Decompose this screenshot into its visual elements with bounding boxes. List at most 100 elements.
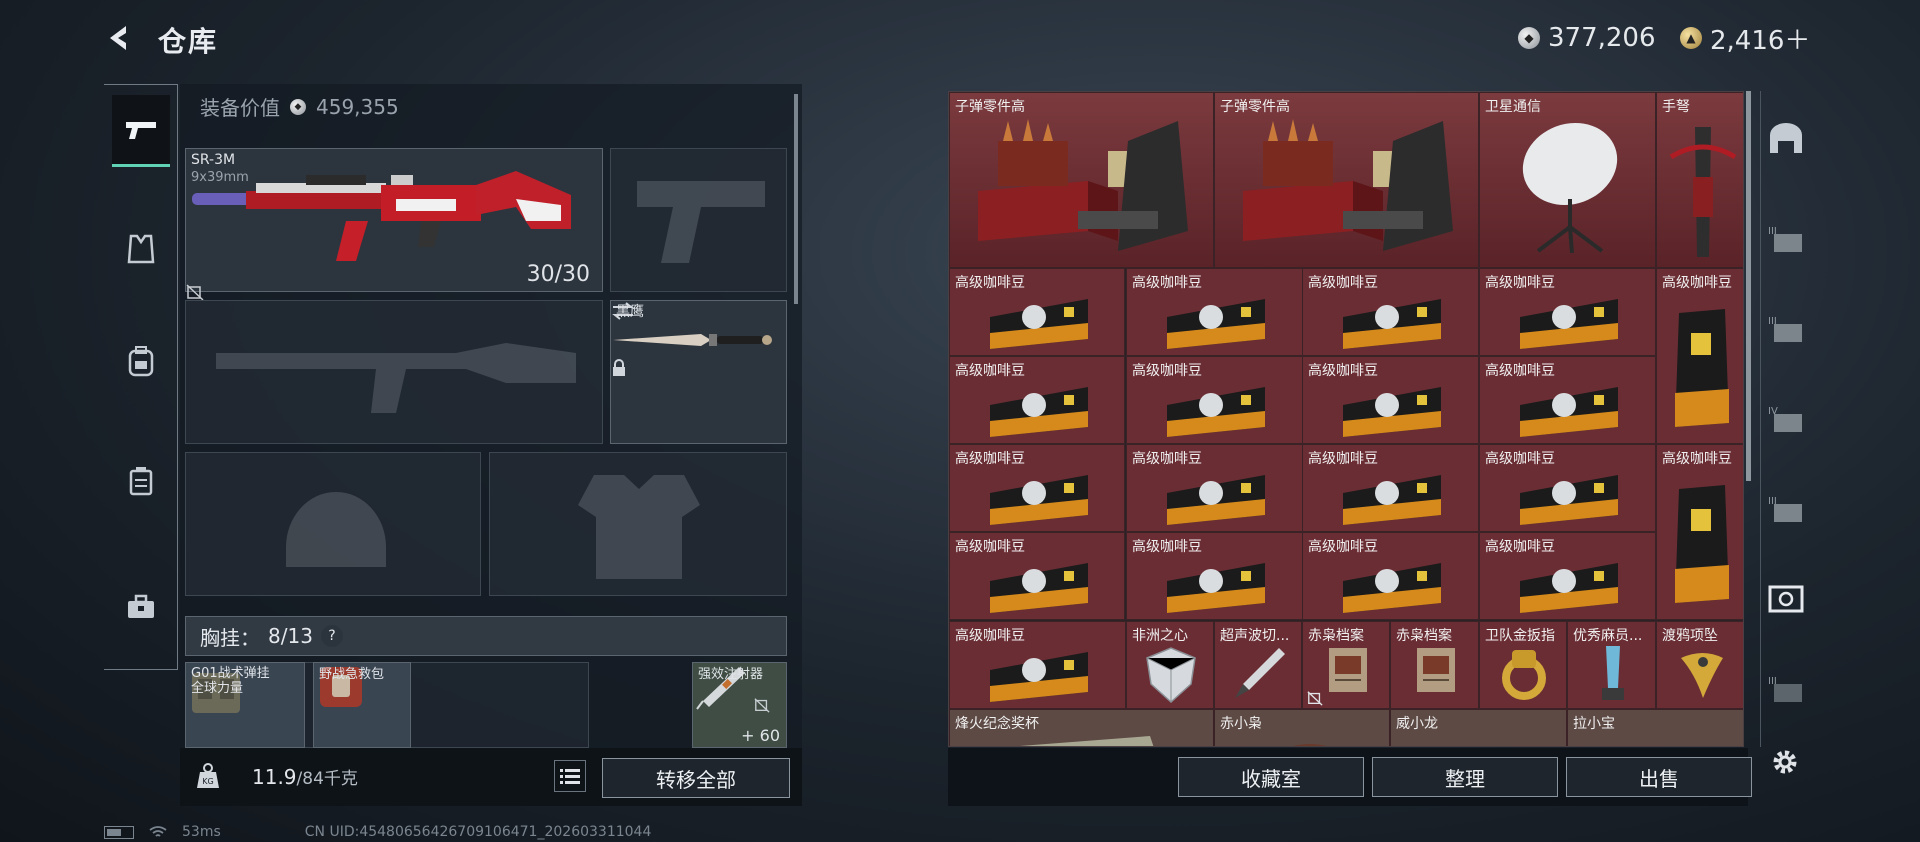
- figure-icon: [1293, 744, 1327, 746]
- stash-item-guard-gold-ring[interactable]: 卫队金扳指: [1479, 621, 1567, 709]
- stash-item-coffee-beans[interactable]: 高级咖啡豆: [1479, 532, 1656, 620]
- weight-current: 11.9: [252, 765, 297, 789]
- unbound-icon: [186, 284, 204, 301]
- item-name: 拉小宝: [1573, 716, 1615, 732]
- tab-toolbox[interactable]: [112, 571, 170, 643]
- coffee-bag-icon: [990, 387, 1088, 437]
- stash-item-coffee-beans[interactable]: 高级咖啡豆: [1126, 268, 1303, 356]
- rig-item-tactical-rig[interactable]: G01战术弹挂 全球力量: [185, 662, 305, 748]
- item-name: 强效注射器: [698, 667, 764, 682]
- list-view-button[interactable]: [554, 760, 586, 792]
- stash-item-coffee-beans[interactable]: 高级咖啡豆: [1126, 444, 1303, 532]
- body-armor-slot[interactable]: [489, 452, 787, 596]
- coffee-bag-icon: [1520, 563, 1618, 613]
- stash-item-ultrasonic-cutter[interactable]: 超声波切...: [1214, 621, 1302, 709]
- tab-stash-active[interactable]: [1761, 567, 1811, 629]
- stash-item-coffee-beans[interactable]: 高级咖啡豆: [1126, 532, 1303, 620]
- collection-room-button[interactable]: 收藏室: [1178, 757, 1364, 797]
- item-name: 卫星通信: [1485, 99, 1541, 115]
- stash-item-coffee-beans-tall[interactable]: 高级咖啡豆: [1656, 444, 1743, 620]
- coffee-bag-icon: [990, 652, 1088, 702]
- melee-slot[interactable]: 黑鹰: [610, 300, 787, 444]
- transfer-all-button[interactable]: 转移全部: [602, 758, 790, 798]
- trophy-case-icon: [1020, 736, 1154, 746]
- helmet-slot[interactable]: [185, 452, 481, 596]
- item-name: 超声波切...: [1220, 628, 1290, 644]
- item-name: 高级咖啡豆: [1662, 275, 1732, 291]
- stash-item-crossbow[interactable]: 手弩: [1656, 92, 1743, 268]
- tab-backpack[interactable]: [112, 325, 170, 397]
- satellite-dish-icon: [1522, 122, 1618, 254]
- stash-item-coffee-beans[interactable]: 高级咖啡豆: [949, 621, 1126, 709]
- rig-item-first-aid[interactable]: 野战急救包: [313, 662, 411, 748]
- uid-text: CN UID:45480656426709106471_202603311044: [304, 824, 652, 840]
- stash-item-red-owl-file-2[interactable]: 赤枭档案: [1390, 621, 1479, 709]
- chest-rig-capacity: 8/13: [268, 624, 313, 648]
- knife-icon: [613, 334, 772, 346]
- settings-button[interactable]: [1765, 742, 1805, 782]
- silver-coin-icon: ◆: [1518, 27, 1540, 49]
- stash-item-red-owl-file-1[interactable]: 赤枭档案: [1302, 621, 1390, 709]
- stash-item-coffee-beans[interactable]: 高级咖啡豆: [1479, 268, 1656, 356]
- stash-item-coffee-beans[interactable]: 高级咖啡豆: [949, 532, 1125, 620]
- tab-stash-all[interactable]: [1761, 107, 1811, 169]
- stash-item-coffee-beans[interactable]: 高级咖啡豆: [1479, 444, 1656, 532]
- item-name: 高级咖啡豆: [1662, 451, 1732, 467]
- item-name: 卫队金扳指: [1485, 628, 1555, 644]
- weapon-ammo: 30/30: [526, 262, 590, 287]
- coffee-bag-icon: [990, 299, 1088, 349]
- item-name: 赤小枭: [1220, 716, 1262, 732]
- ammo-crate-icon: [978, 119, 1188, 251]
- primary-weapon-slot[interactable]: SR-3M 9x39mm 30/30: [185, 148, 603, 301]
- tab-stash-4[interactable]: IV: [1761, 387, 1811, 449]
- sort-button[interactable]: 整理: [1372, 757, 1558, 797]
- tab-weapons[interactable]: [112, 95, 170, 167]
- secondary-weapon-slot[interactable]: [185, 300, 603, 444]
- ping-text: 53ms: [182, 824, 221, 840]
- stash-item-little-dragon[interactable]: 威小龙: [1390, 709, 1567, 747]
- stash-item-coffee-beans[interactable]: 高级咖啡豆: [1302, 268, 1479, 356]
- tab-stash-3b[interactable]: III: [1761, 297, 1811, 359]
- stash-item-raven-pendant[interactable]: 渡鸦项坠: [1656, 621, 1743, 709]
- coffee-bag-icon: [1167, 563, 1265, 613]
- tab-stash-3a[interactable]: III: [1761, 207, 1811, 269]
- figure-icon: [1431, 732, 1541, 747]
- stash-item-beacon-trophy[interactable]: 烽火纪念奖杯: [949, 709, 1214, 746]
- tab-stash-3c[interactable]: III: [1761, 477, 1811, 539]
- sell-button[interactable]: 出售: [1566, 757, 1752, 797]
- rig-item-injector[interactable]: 强效注射器 + 60: [692, 662, 787, 748]
- stash-item-coffee-beans[interactable]: 高级咖啡豆: [1302, 356, 1479, 444]
- stash-item-red-owlet[interactable]: 赤小枭: [1214, 709, 1390, 746]
- stash-item-ammo-parts-1[interactable]: 子弹零件高: [949, 92, 1214, 268]
- item-name: 手弩: [1662, 99, 1690, 115]
- melee-name: 黑鹰: [616, 304, 644, 320]
- stash-item-satellite[interactable]: 卫星通信: [1479, 92, 1656, 268]
- equipment-tabs: [104, 84, 178, 670]
- coffee-bag-icon: [1520, 387, 1618, 437]
- stash-item-coffee-beans[interactable]: 高级咖啡豆: [1302, 444, 1479, 532]
- tab-container[interactable]: [112, 445, 170, 517]
- gold-currency[interactable]: ▲ 2,416＋: [1680, 22, 1810, 56]
- stash-scrollbar[interactable]: [1746, 91, 1751, 481]
- tab-stash-3d[interactable]: III: [1761, 657, 1811, 719]
- stash-item-coffee-beans[interactable]: 高级咖啡豆: [1126, 356, 1303, 444]
- stash-item-coffee-beans[interactable]: 高级咖啡豆: [949, 356, 1125, 444]
- weight-icon: KG: [197, 763, 219, 788]
- help-icon[interactable]: ?: [320, 625, 343, 647]
- loadout-scrollbar[interactable]: [794, 94, 798, 304]
- tab-armor-vest[interactable]: [112, 213, 170, 285]
- stash-item-excellent-member[interactable]: 优秀麻员...: [1567, 621, 1656, 709]
- pistol-slot[interactable]: [610, 148, 787, 292]
- stash-item-coffee-beans[interactable]: 高级咖啡豆: [1479, 356, 1656, 444]
- stash-item-heart-of-africa[interactable]: 非洲之心: [1126, 621, 1214, 709]
- stash-item-ammo-parts-2[interactable]: 子弹零件高: [1214, 92, 1479, 268]
- stash-item-coffee-beans[interactable]: 高级咖啡豆: [949, 444, 1125, 532]
- pendant-icon: [1681, 653, 1723, 698]
- back-button[interactable]: [100, 18, 140, 58]
- document-icon: [1417, 648, 1455, 692]
- storage-tier-icon: III: [1768, 496, 1802, 522]
- stash-item-la-xiaobao[interactable]: 拉小宝: [1567, 709, 1743, 746]
- stash-item-coffee-beans[interactable]: 高级咖啡豆: [949, 268, 1125, 356]
- stash-item-coffee-beans-tall[interactable]: 高级咖啡豆: [1656, 268, 1743, 444]
- stash-item-coffee-beans[interactable]: 高级咖啡豆: [1302, 532, 1479, 620]
